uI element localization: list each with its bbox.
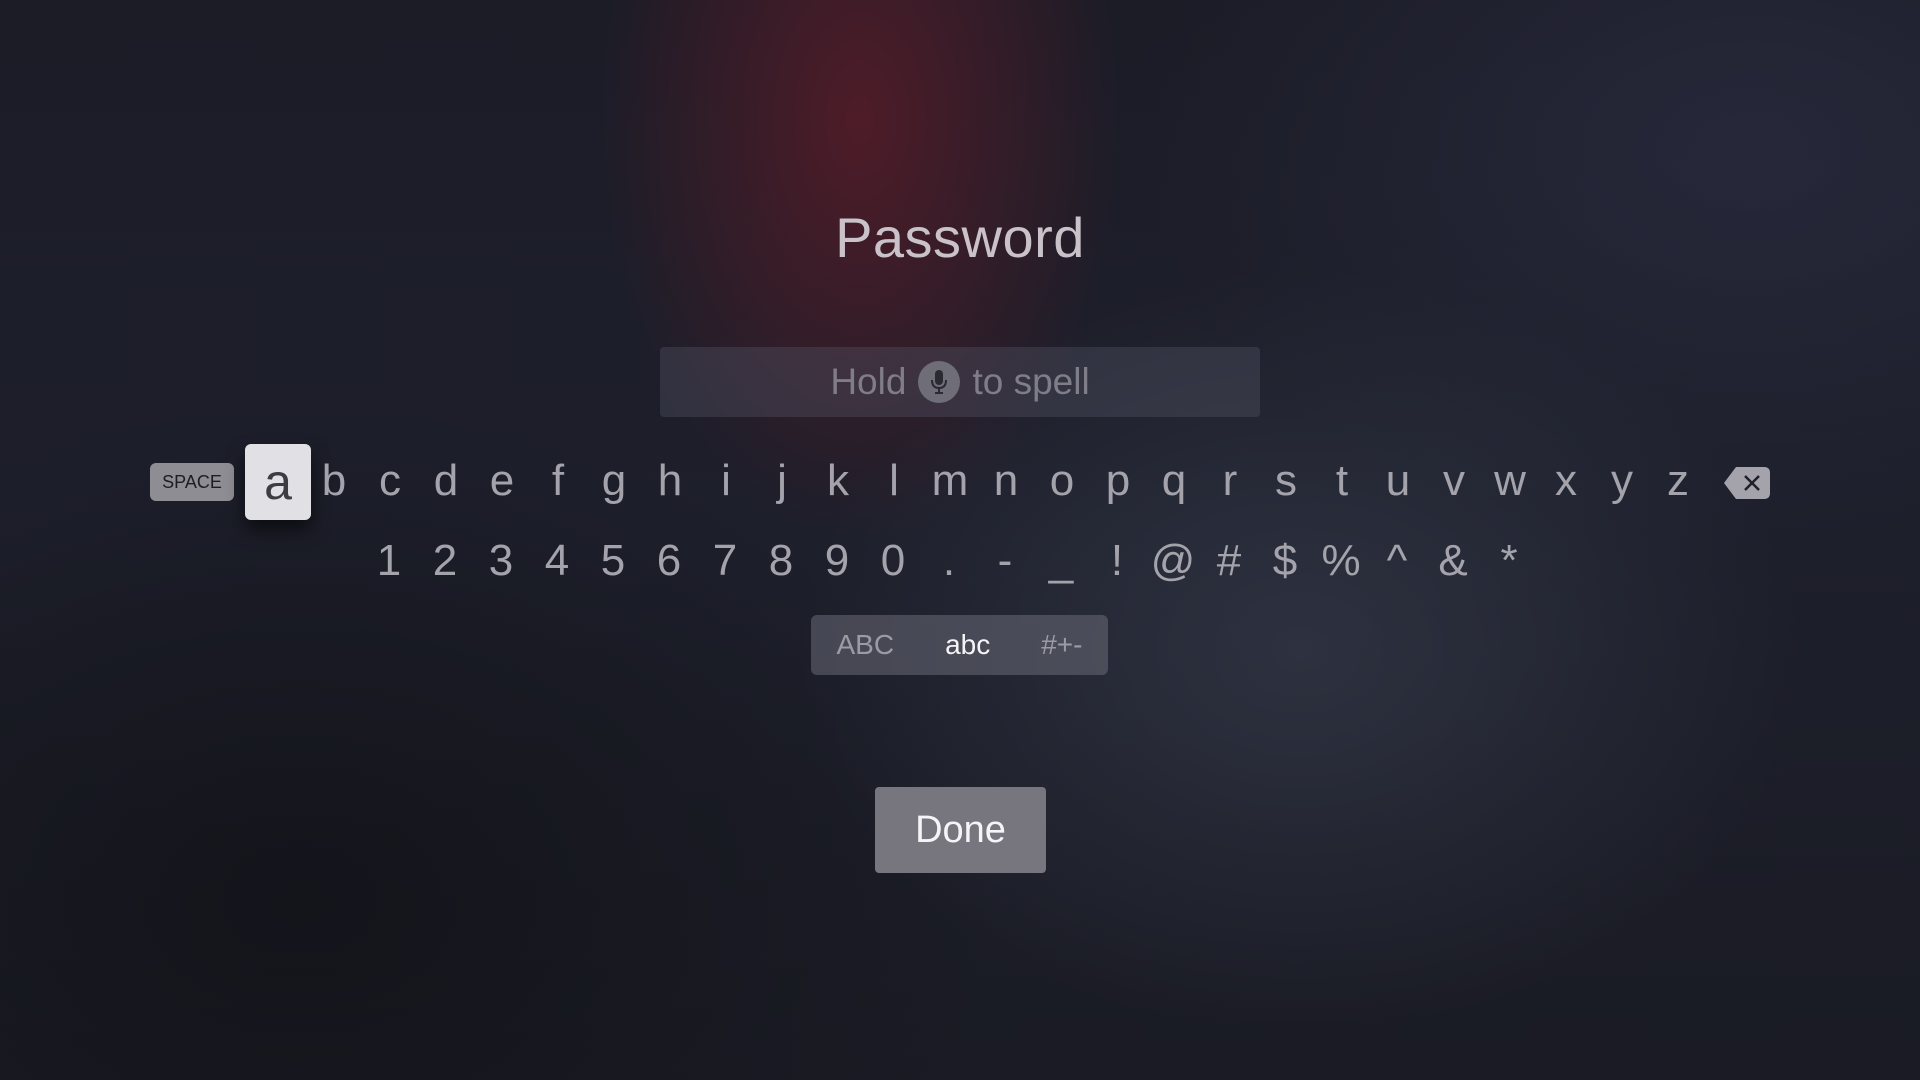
keyboard-mode-selector: ABC abc #+-: [811, 615, 1108, 675]
key-c[interactable]: c: [365, 456, 415, 506]
key-symbol[interactable]: _: [1036, 536, 1086, 586]
key-b[interactable]: b: [309, 456, 359, 506]
key-symbol[interactable]: @: [1148, 536, 1198, 586]
space-key[interactable]: SPACE: [150, 463, 234, 501]
mode-lowercase[interactable]: abc: [945, 629, 990, 661]
key-symbol[interactable]: &: [1428, 536, 1478, 586]
key-q[interactable]: q: [1149, 456, 1199, 506]
key-h[interactable]: h: [645, 456, 695, 506]
key-o[interactable]: o: [1037, 456, 1087, 506]
key-z[interactable]: z: [1653, 456, 1703, 506]
key-symbol[interactable]: !: [1092, 536, 1142, 586]
key-p[interactable]: p: [1093, 456, 1143, 506]
key-symbol[interactable]: 9: [812, 536, 862, 586]
microphone-icon: [918, 361, 961, 403]
key-symbol[interactable]: 7: [700, 536, 750, 586]
key-a-focused[interactable]: a: [245, 444, 311, 520]
key-symbol[interactable]: 0: [868, 536, 918, 586]
key-e[interactable]: e: [477, 456, 527, 506]
key-m[interactable]: m: [925, 456, 975, 506]
key-symbol[interactable]: ^: [1372, 536, 1422, 586]
key-symbol[interactable]: #: [1204, 536, 1254, 586]
backspace-icon[interactable]: [1724, 467, 1770, 499]
key-v[interactable]: v: [1429, 456, 1479, 506]
key-symbol[interactable]: 4: [532, 536, 582, 586]
key-n[interactable]: n: [981, 456, 1031, 506]
mode-symbols[interactable]: #+-: [1041, 629, 1082, 661]
key-symbol[interactable]: %: [1316, 536, 1366, 586]
key-k[interactable]: k: [813, 456, 863, 506]
key-r[interactable]: r: [1205, 456, 1255, 506]
key-s[interactable]: s: [1261, 456, 1311, 506]
key-symbol[interactable]: 3: [476, 536, 526, 586]
key-symbol[interactable]: -: [980, 536, 1030, 586]
key-symbol[interactable]: .: [924, 536, 974, 586]
key-d[interactable]: d: [421, 456, 471, 506]
key-i[interactable]: i: [701, 456, 751, 506]
password-input[interactable]: Hold to spell: [660, 347, 1260, 417]
key-symbol[interactable]: 8: [756, 536, 806, 586]
done-button[interactable]: Done: [875, 787, 1046, 873]
key-symbol[interactable]: 6: [644, 536, 694, 586]
key-t[interactable]: t: [1317, 456, 1367, 506]
key-g[interactable]: g: [589, 456, 639, 506]
key-l[interactable]: l: [869, 456, 919, 506]
key-x[interactable]: x: [1541, 456, 1591, 506]
page-title: Password: [835, 206, 1085, 269]
hint-to-spell: to spell: [972, 361, 1090, 402]
key-y[interactable]: y: [1597, 456, 1647, 506]
key-f[interactable]: f: [533, 456, 583, 506]
key-symbol[interactable]: 1: [364, 536, 414, 586]
key-symbol[interactable]: 2: [420, 536, 470, 586]
key-symbol[interactable]: 5: [588, 536, 638, 586]
mode-uppercase[interactable]: ABC: [837, 629, 895, 661]
key-w[interactable]: w: [1485, 456, 1535, 506]
key-j[interactable]: j: [757, 456, 807, 506]
key-u[interactable]: u: [1373, 456, 1423, 506]
key-symbol[interactable]: *: [1484, 536, 1534, 586]
key-symbol[interactable]: $: [1260, 536, 1310, 586]
hint-hold: Hold: [830, 361, 907, 402]
